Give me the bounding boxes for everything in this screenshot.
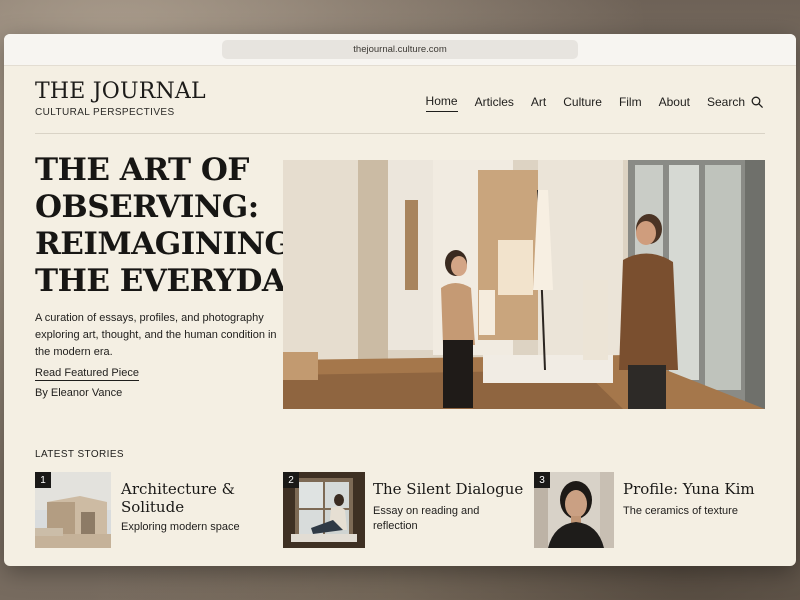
- site-header: THE JOURNAL CULTURAL PERSPECTIVES Home A…: [35, 66, 765, 134]
- site-logo[interactable]: THE JOURNAL CULTURAL PERSPECTIVES: [35, 79, 206, 119]
- brand-tagline: CULTURAL PERSPECTIVES: [35, 107, 175, 118]
- browser-titlebar: thejournal.culture.com: [4, 34, 796, 66]
- story-card-3[interactable]: 3 Profile: Yuna Kim The ceramics of text…: [534, 472, 774, 548]
- story-number: 3: [534, 472, 550, 488]
- gallery-photo: [283, 160, 765, 409]
- browser-window: thejournal.culture.com THE JOURNAL CULTU…: [4, 34, 796, 566]
- story-title[interactable]: Architecture & Solitude: [121, 480, 281, 516]
- story-thumbnail[interactable]: 1: [35, 472, 111, 548]
- search-icon: [751, 96, 763, 108]
- read-featured-link[interactable]: Read Featured Piece: [35, 367, 139, 381]
- story-subtitle: Exploring modern space: [121, 521, 240, 533]
- story-number: 1: [35, 472, 51, 488]
- story-thumbnail[interactable]: 3: [534, 472, 614, 548]
- brand-name: THE JOURNAL: [35, 79, 206, 104]
- story-card-2[interactable]: 2 The Silent Dialogue Essay on reading a…: [283, 472, 523, 548]
- nav-home[interactable]: Home: [425, 94, 458, 112]
- nav-art[interactable]: Art: [531, 95, 546, 112]
- main-nav: Home Articles Art Culture Film About Sea…: [409, 94, 763, 112]
- story-subtitle: Essay on reading and reflection: [373, 505, 480, 532]
- hero-image[interactable]: [283, 160, 765, 409]
- nav-film[interactable]: Film: [619, 95, 642, 112]
- hero-description: A curation of essays, profiles, and phot…: [35, 312, 277, 358]
- hero-byline: By Eleanor Vance: [35, 387, 123, 399]
- story-title[interactable]: Profile: Yuna Kim: [623, 480, 783, 498]
- search-label: Search: [706, 94, 745, 109]
- address-bar[interactable]: thejournal.culture.com: [222, 40, 578, 59]
- story-title[interactable]: The Silent Dialogue: [373, 480, 533, 498]
- story-number: 2: [283, 472, 299, 488]
- nav-culture[interactable]: Culture: [563, 95, 602, 112]
- search-button[interactable]: Search: [707, 95, 763, 112]
- story-card-1[interactable]: 1 Architecture & Solitude Exploring mode…: [35, 472, 275, 548]
- nav-about[interactable]: About: [659, 95, 690, 112]
- story-thumbnail[interactable]: 2: [283, 472, 365, 548]
- latest-stories-heading: LATEST STORIES: [35, 449, 124, 460]
- story-subtitle: The ceramics of texture: [623, 505, 738, 517]
- nav-articles[interactable]: Articles: [475, 95, 514, 112]
